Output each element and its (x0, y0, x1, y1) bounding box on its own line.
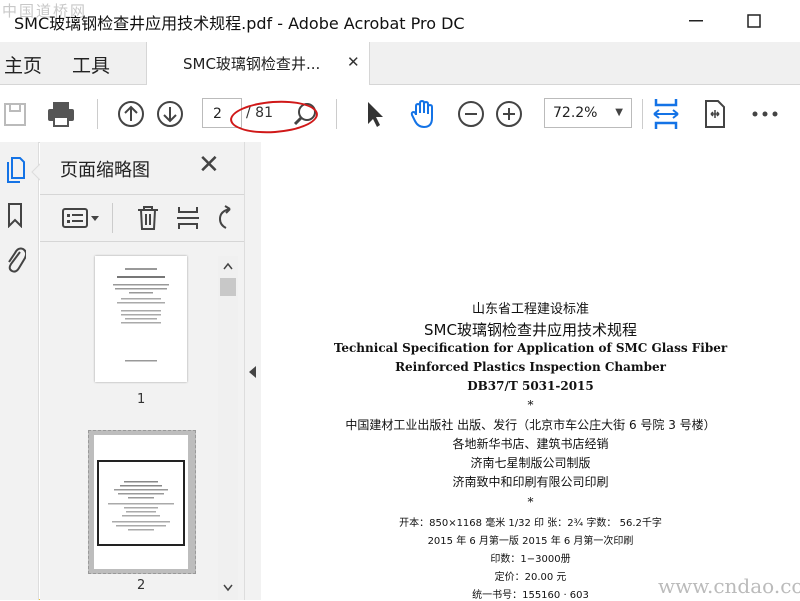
options-menu-icon (62, 208, 99, 228)
next-page-button[interactable] (154, 98, 186, 130)
zoom-in-button[interactable] (494, 98, 524, 130)
doc-line-standard-code: DB37/T 5031-2015 (467, 379, 594, 393)
maximize-button[interactable] (734, 6, 774, 36)
doc-line-format: 开本：850×1168 毫米 1/32 印 张：2¾ 字数： 56.2千字 (399, 518, 662, 529)
plus-circle-icon (496, 101, 522, 127)
doc-line-plate-maker: 济南七星制版公司制版 (470, 456, 591, 470)
more-dots-icon (752, 111, 778, 117)
title-bar: 中国道桥网 SMC玻璃钢检查井应用技术规程.pdf - Adobe Acroba… (0, 0, 800, 42)
save-icon (4, 103, 26, 126)
print-button[interactable] (44, 98, 78, 130)
page-thumbnail-1[interactable] (95, 256, 187, 382)
thumbnail-preview (97, 460, 185, 546)
cursor-arrow-icon (368, 102, 383, 127)
thumbnail-page-2 (94, 435, 188, 569)
doc-line-standard-series: 山东省工程建设标准 (471, 302, 589, 317)
arrow-up-circle-icon (118, 101, 144, 127)
doc-line-separator-1: * (527, 398, 534, 412)
scroll-down-icon[interactable] (223, 584, 233, 592)
zoom-select[interactable]: 72.2% ▼ (544, 98, 632, 128)
doc-line-title-en-2: Reinforced Plastics Inspection Chamber (395, 360, 666, 374)
chevron-down-icon: ▼ (615, 107, 623, 118)
trash-icon (138, 206, 158, 230)
delete-page-button[interactable] (136, 205, 160, 231)
fit-page-icon (177, 207, 199, 229)
doc-line-printer: 济南致中和印刷有限公司印刷 (452, 475, 609, 489)
doc-line-publisher: 中国建材工业出版社 出版、发行（北京市车公庄大街 6 号院 3 号楼） (345, 418, 716, 432)
rotate-thumbnail-button[interactable] (216, 205, 232, 231)
fit-thumbnail-button[interactable] (176, 205, 200, 231)
panel-toolbar (40, 194, 244, 242)
window-title: SMC玻璃钢检查井应用技术规程.pdf - Adobe Acrobat Pro … (14, 14, 465, 33)
bookmarks-button[interactable] (6, 202, 24, 228)
panel-collapse-handle[interactable] (244, 142, 262, 600)
thumbnail-number-2: 2 (137, 578, 146, 593)
pages-icon (7, 157, 25, 183)
minimize-icon (689, 20, 703, 22)
rotate-icon (218, 205, 231, 229)
page-thumbnail-2-selected[interactable] (88, 430, 196, 574)
thumbnail-number-1: 1 (137, 392, 146, 407)
tab-tools[interactable]: 工具 (72, 51, 110, 78)
fit-page-icon (653, 99, 679, 129)
fit-page-button[interactable] (650, 98, 682, 130)
minus-circle-icon (458, 101, 484, 127)
main-toolbar: 2 / 81 72.2% ▼ (0, 85, 800, 143)
minimize-button[interactable] (676, 6, 716, 36)
save-button[interactable] (2, 98, 28, 130)
close-tab-icon[interactable]: ✕ (347, 53, 360, 71)
thumbnail-panel: 页面缩略图 ✕ 1 2 (40, 142, 244, 600)
attachments-button[interactable] (4, 244, 26, 274)
doc-line-separator-2: * (527, 495, 534, 509)
thumbnail-scrollbar[interactable] (218, 256, 238, 600)
tab-home[interactable]: 主页 (4, 51, 42, 78)
page-rotate-icon (705, 100, 725, 128)
doc-line-edition: 2015 年 6 月第一版 2015 年 6 月第一次印刷 (427, 536, 634, 547)
hand-tool-button[interactable] (406, 98, 440, 130)
zoom-out-button[interactable] (456, 98, 486, 130)
navigation-rail (0, 142, 39, 600)
scrollbar-thumb[interactable] (220, 278, 236, 296)
doc-line-print-run: 印数：1−3000册 (490, 554, 571, 565)
panel-title: 页面缩略图 (60, 160, 150, 181)
page-thumbnails-button[interactable] (6, 156, 26, 184)
rotate-page-button[interactable] (700, 98, 730, 130)
printer-icon (48, 102, 74, 127)
zoom-value: 72.2% (553, 105, 598, 121)
previous-page-button[interactable] (115, 98, 147, 130)
arrow-down-circle-icon (157, 101, 183, 127)
doc-line-title-cn: SMC玻璃钢检查井应用技术规程 (424, 321, 637, 339)
bookmark-icon (8, 203, 22, 228)
close-panel-icon[interactable]: ✕ (198, 150, 220, 180)
more-tools-button[interactable] (750, 98, 780, 130)
thumbnail-preview (113, 268, 169, 362)
doc-line-title-en-1: Technical Specification for Application … (333, 341, 728, 355)
document-tab-label: SMC玻璃钢检查井... (183, 55, 321, 73)
tab-bar: 主页 工具 ? 登 (0, 42, 800, 122)
scroll-up-icon[interactable] (223, 262, 233, 270)
collapse-arrow-icon (249, 366, 256, 378)
footer-watermark: www.cndao.com (658, 574, 800, 598)
tab-document[interactable]: SMC玻璃钢检查井... ✕ (146, 42, 370, 85)
document-view[interactable]: 山东省工程建设标准 SMC玻璃钢检查井应用技术规程 Technical Spec… (261, 142, 800, 601)
doc-line-distributor: 各地新华书店、建筑书店经销 (452, 437, 609, 451)
hand-icon (410, 99, 433, 129)
select-tool-button[interactable] (362, 98, 388, 130)
maximize-icon (747, 14, 761, 28)
thumbnail-options-button[interactable] (62, 207, 100, 229)
paperclip-icon (8, 247, 26, 273)
